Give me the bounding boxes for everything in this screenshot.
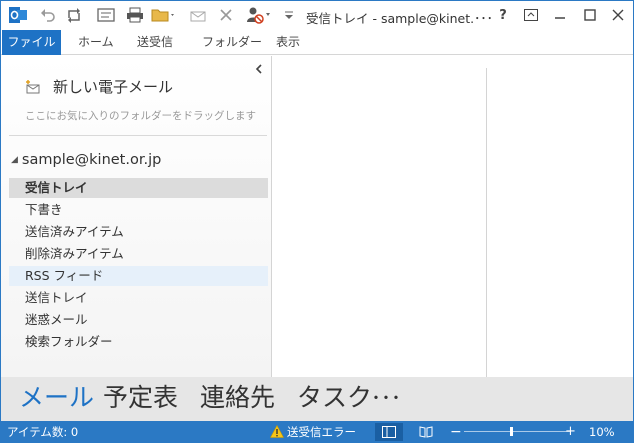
ribbon-display-button[interactable]: [518, 5, 544, 25]
tab-view[interactable]: 表示: [266, 30, 310, 55]
reading-pane[interactable]: [488, 68, 633, 377]
minimize-icon: [555, 17, 565, 19]
nav-mail[interactable]: メール: [19, 382, 94, 414]
folder-item-search[interactable]: 検索フォルダー: [9, 332, 268, 352]
folder-item-drafts[interactable]: 下書き: [9, 200, 268, 220]
send-receive-error[interactable]: 送受信エラー: [287, 421, 356, 442]
tab-home[interactable]: ホーム: [68, 30, 124, 55]
folder-item-junk[interactable]: 迷惑メール: [9, 310, 268, 330]
reading-view-button[interactable]: [412, 423, 440, 441]
status-bar: アイテム数: 0 送受信エラー − + 10%: [1, 421, 633, 442]
tab-folder[interactable]: フォルダー: [192, 30, 272, 55]
tab-send-receive[interactable]: 送受信: [127, 30, 183, 55]
folder-pane: 新しい電子メール ここにお気に入りのフォルダーをドラッグします ◢ sample…: [1, 56, 272, 377]
print-icon[interactable]: [126, 6, 144, 24]
customize-icon[interactable]: [283, 6, 295, 24]
close-button[interactable]: [605, 5, 631, 25]
favorites-hint: ここにお気に入りのフォルダーをドラッグします: [25, 110, 256, 122]
zoom-out-button[interactable]: −: [450, 421, 462, 442]
new-email-button[interactable]: 新しい電子メール: [25, 76, 173, 97]
block-sender-icon[interactable]: [245, 6, 273, 24]
normal-view-icon: [382, 426, 396, 438]
tab-file[interactable]: ファイル: [2, 30, 61, 55]
expand-triangle-icon[interactable]: ◢: [11, 155, 18, 165]
minimize-button[interactable]: [547, 5, 573, 25]
nav-contacts[interactable]: 連絡先: [200, 382, 275, 414]
sync-icon[interactable]: [97, 6, 115, 24]
zoom-slider-thumb[interactable]: [510, 427, 513, 436]
folder-item-outbox[interactable]: 送信トレイ: [9, 288, 268, 308]
ribbon-tabs: ファイル ホーム 送受信 フォルダー 表示: [1, 30, 633, 55]
ribbon-display-icon: [524, 9, 538, 21]
item-count: アイテム数: 0: [7, 425, 79, 439]
folder-item-rss[interactable]: RSS フィード: [9, 266, 268, 286]
account-label: sample@kinet.or.jp: [21, 152, 162, 168]
account-header[interactable]: ◢ sample@kinet.or.jp: [11, 152, 161, 168]
close-icon: [612, 9, 624, 21]
new-email-label: 新しい電子メール: [53, 78, 174, 96]
window-title: 受信トレイ - sample@kinet.･･･: [306, 11, 493, 26]
new-mail-icon: [25, 79, 41, 95]
mail-icon[interactable]: [189, 6, 207, 24]
reading-view-icon: [419, 426, 433, 438]
divider: [9, 135, 267, 136]
maximize-icon: [584, 9, 596, 21]
folder-item-deleted[interactable]: 削除済みアイテム: [9, 244, 268, 264]
nav-tasks[interactable]: タスク: [297, 382, 372, 414]
title-bar: 受信トレイ - sample@kinet.･･･ ?: [1, 1, 633, 30]
outlook-window: 受信トレイ - sample@kinet.･･･ ? ファイル ホーム 送受信 …: [0, 0, 634, 443]
nav-more-button[interactable]: ･･･: [371, 382, 401, 414]
delete-icon[interactable]: [217, 6, 235, 24]
navigation-bar: メール 予定表 連絡先 タスク ･･･: [1, 377, 633, 421]
zoom-level[interactable]: 10%: [589, 421, 615, 442]
nav-calendar[interactable]: 予定表: [103, 382, 178, 414]
warning-icon: [269, 424, 285, 438]
help-button[interactable]: ?: [490, 5, 516, 25]
folder-item-inbox[interactable]: 受信トレイ: [9, 178, 268, 198]
zoom-in-button[interactable]: +: [565, 421, 576, 442]
outlook-logo-icon[interactable]: [9, 6, 27, 24]
normal-view-button[interactable]: [375, 423, 403, 441]
send-receive-icon[interactable]: [65, 6, 83, 24]
message-list[interactable]: [273, 68, 487, 377]
zoom-slider[interactable]: [464, 431, 571, 432]
folder-item-sent[interactable]: 送信済みアイテム: [9, 222, 268, 242]
collapse-pane-button[interactable]: [255, 64, 263, 77]
chevron-left-icon: [255, 64, 262, 74]
maximize-button[interactable]: [577, 5, 603, 25]
undo-icon[interactable]: [39, 6, 57, 24]
folder-icon[interactable]: [151, 6, 177, 24]
